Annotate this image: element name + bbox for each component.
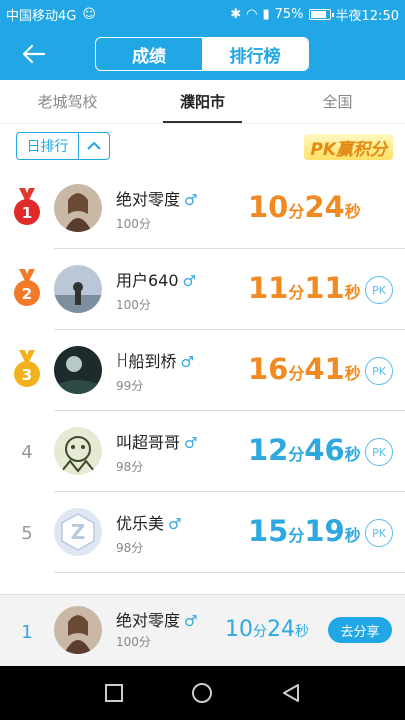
- avatar: Z: [54, 508, 102, 556]
- tab-city[interactable]: 濮阳市: [135, 80, 270, 123]
- carrier-label: 中国移动4G: [6, 8, 77, 24]
- user-name: 用户640 ♂: [116, 271, 196, 290]
- share-button[interactable]: 去分享: [328, 617, 392, 643]
- ranking-period-dropdown[interactable]: 日排行: [16, 132, 110, 160]
- red-medal-icon: 1: [14, 188, 40, 225]
- filter-row: 日排行 PK赢积分: [0, 124, 405, 168]
- my-completion-time: 10分24秒: [225, 617, 309, 642]
- completion-time: 12分46秒: [248, 433, 361, 467]
- male-icon: ♂: [184, 612, 198, 630]
- male-icon: ♂: [184, 191, 198, 209]
- user-name: 优乐美 ♂: [116, 514, 182, 533]
- tab-school[interactable]: 老城驾校: [0, 80, 135, 123]
- bronze-medal-icon: 2: [14, 269, 40, 306]
- user-name: ꀿ船到桥 ♂: [116, 352, 194, 371]
- ranking-list: 1 绝对零度 ♂ 100分 10分24秒 2 用户640 ♂ 100分 11分11秒…: [0, 168, 405, 573]
- tab-national[interactable]: 全国: [270, 80, 405, 123]
- user-points: 98分: [116, 541, 144, 555]
- system-nav-bar: [0, 666, 405, 720]
- completion-time: 16分41秒: [248, 352, 361, 386]
- list-item[interactable]: 3 ꀿ船到桥 ♂ 99分 16分41秒 PK: [0, 330, 405, 411]
- notification-icon: ☺: [82, 6, 96, 22]
- list-item[interactable]: 1 绝对零度 ♂ 100分 10分24秒: [0, 168, 405, 249]
- back-arrow-icon[interactable]: [18, 38, 50, 70]
- rank-number: 4: [21, 441, 33, 463]
- chevron-up-icon: [79, 133, 109, 159]
- male-icon: ♂: [180, 353, 194, 371]
- recent-apps-icon[interactable]: [102, 681, 126, 705]
- svg-text:Z: Z: [71, 520, 86, 544]
- segment-control: 成绩 排行榜: [95, 37, 309, 71]
- my-rank-number: 1: [21, 621, 33, 643]
- signal-icon: ▮: [262, 6, 270, 22]
- male-icon: ♂: [182, 272, 196, 290]
- completion-time: 10分24秒: [248, 190, 361, 224]
- user-name: 叫超哥哥 ♂: [116, 433, 198, 452]
- list-item[interactable]: 2 用户640 ♂ 100分 11分11秒 PK: [0, 249, 405, 330]
- back-icon[interactable]: [279, 681, 303, 705]
- user-points: 98分: [116, 460, 144, 474]
- svg-text:1: 1: [22, 204, 32, 222]
- divider: [54, 572, 405, 573]
- avatar: [54, 184, 102, 232]
- user-points: 99分: [116, 379, 144, 393]
- my-user-name: 绝对零度 ♂: [116, 611, 198, 630]
- segment-ranking[interactable]: 排行榜: [202, 38, 308, 70]
- user-points: 100分: [116, 298, 151, 312]
- scope-tabs: 老城驾校 濮阳市 全国: [0, 80, 405, 124]
- svg-text:2: 2: [22, 285, 32, 303]
- svg-text:3: 3: [22, 366, 32, 384]
- segment-score[interactable]: 成绩: [96, 38, 202, 70]
- wifi-icon: ◠: [246, 6, 258, 22]
- my-rank-bar: 1 绝对零度 ♂ 100分 10分24秒 去分享: [0, 594, 405, 666]
- pk-button[interactable]: PK: [365, 276, 393, 304]
- list-item[interactable]: 5 Z 优乐美 ♂ 98分 15分19秒 PK: [0, 492, 405, 573]
- avatar: [54, 346, 102, 394]
- battery-icon: [308, 8, 334, 20]
- list-item[interactable]: 4 叫超哥哥 ♂ 98分 12分46秒 PK: [0, 411, 405, 492]
- bluetooth-icon: ✱: [230, 6, 242, 22]
- header-bar: 成绩 排行榜: [0, 28, 405, 80]
- user-points: 100分: [116, 217, 151, 231]
- male-icon: ♂: [168, 515, 182, 533]
- completion-time: 11分11秒: [248, 271, 361, 305]
- battery-percent: 75%: [274, 6, 304, 22]
- avatar: [54, 427, 102, 475]
- pk-button[interactable]: PK: [365, 357, 393, 385]
- rank-number: 5: [21, 522, 33, 544]
- completion-time: 15分19秒: [248, 514, 361, 548]
- avatar: [54, 265, 102, 313]
- home-icon[interactable]: [190, 681, 214, 705]
- my-user-points: 100分: [116, 635, 151, 649]
- pk-win-points-banner[interactable]: PK赢积分: [304, 134, 393, 160]
- status-bar: 中国移动4G ☺ ✱ ◠ ▮ 75% 半夜12:50: [0, 0, 405, 28]
- pk-button[interactable]: PK: [365, 438, 393, 466]
- clock: 半夜12:50: [335, 8, 399, 24]
- gold-medal-icon: 3: [14, 350, 40, 387]
- dropdown-label: 日排行: [17, 133, 79, 159]
- user-name: 绝对零度 ♂: [116, 190, 198, 209]
- my-avatar: [54, 606, 102, 654]
- male-icon: ♂: [184, 434, 198, 452]
- pk-button[interactable]: PK: [365, 519, 393, 547]
